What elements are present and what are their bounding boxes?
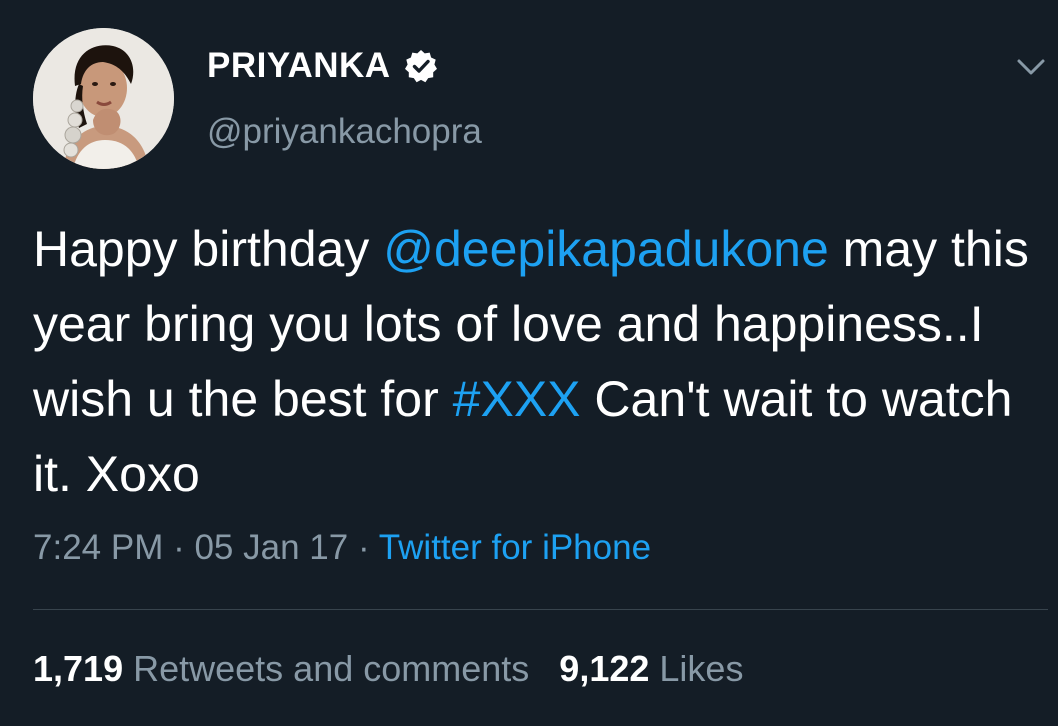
retweets-stat[interactable]: 1,719 Retweets and comments xyxy=(33,648,529,689)
divider xyxy=(33,609,1048,610)
likes-label: Likes xyxy=(659,648,744,689)
mention-link[interactable]: @deepikapadukone xyxy=(383,221,829,277)
tweet-stats: 1,719 Retweets and comments 9,122 Likes xyxy=(33,648,743,690)
avatar[interactable] xyxy=(33,28,174,169)
chevron-down-icon[interactable] xyxy=(1014,50,1048,84)
likes-stat[interactable]: 9,122 Likes xyxy=(559,648,743,689)
meta-separator: · xyxy=(163,528,195,567)
tweet-date: 05 Jan 17 xyxy=(194,528,349,567)
meta-separator: · xyxy=(348,528,379,567)
hashtag-link[interactable]: #XXX xyxy=(453,371,581,427)
tweet-time: 7:24 PM xyxy=(33,528,164,567)
retweets-label: Retweets and comments xyxy=(133,648,530,689)
author-handle[interactable]: @priyankachopra xyxy=(207,112,482,152)
retweets-count: 1,719 xyxy=(33,648,124,689)
author-name-row[interactable]: PRIYANKA xyxy=(207,44,439,88)
tweet-source-link[interactable]: Twitter for iPhone xyxy=(379,528,651,567)
tweet-text: Happy birthday @deepikapadukone may this… xyxy=(33,212,1033,512)
tweet-meta: 7:24 PM · 05 Jan 17 · Twitter for iPhone xyxy=(33,528,651,568)
profile-photo xyxy=(33,28,174,169)
verified-badge-icon xyxy=(404,50,437,83)
display-name[interactable]: PRIYANKA xyxy=(207,46,391,86)
tweet-text-part: Happy birthday xyxy=(33,221,384,277)
likes-count: 9,122 xyxy=(559,648,650,689)
